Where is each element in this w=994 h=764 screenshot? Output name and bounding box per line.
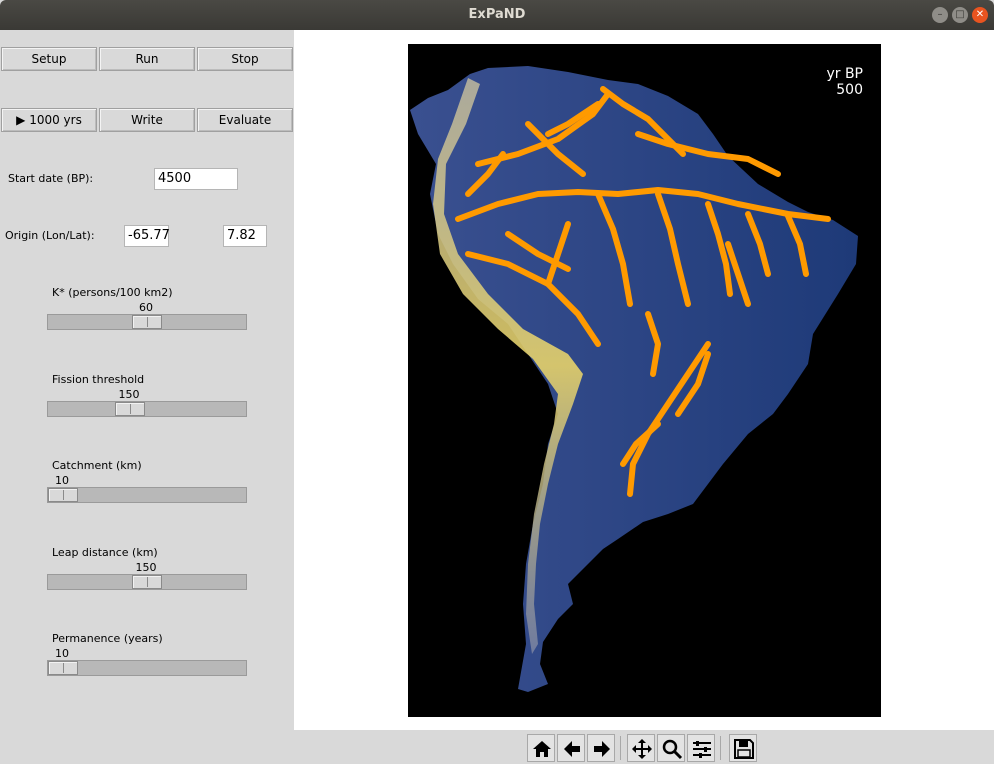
continent-shape: [410, 66, 858, 692]
slider-track[interactable]: [47, 487, 247, 503]
close-icon[interactable]: ✕: [972, 7, 988, 23]
stop-button[interactable]: Stop: [197, 47, 293, 71]
window-title: ExPaND: [468, 7, 526, 22]
slider-thumb[interactable]: [132, 575, 162, 589]
zoom-icon[interactable]: [657, 734, 685, 762]
app-window: ExPaND – □ ✕ Setup Run Stop ▶ 1000 yrs W…: [0, 0, 994, 764]
slider-track[interactable]: [47, 660, 247, 676]
slider-value: 10: [55, 474, 69, 487]
plot-toolbar: [294, 730, 994, 764]
origin-lon-input[interactable]: -65.77: [124, 225, 170, 247]
slider-label: Catchment (km): [52, 459, 142, 472]
slider-track[interactable]: [47, 574, 247, 590]
control-panel: Setup Run Stop ▶ 1000 yrs Write Evaluate…: [0, 30, 294, 764]
origin-lat-input[interactable]: 7.82: [223, 225, 267, 247]
toolbar-separator: [720, 736, 721, 760]
origin-label: Origin (Lon/Lat):: [5, 229, 95, 242]
start-date-input[interactable]: 4500: [154, 168, 238, 190]
south-america-map: [410, 66, 858, 692]
run-button[interactable]: Run: [99, 47, 195, 71]
slider-thumb[interactable]: [48, 661, 78, 675]
slider-value: 150: [118, 388, 140, 401]
slider-label: Fission threshold: [52, 373, 145, 386]
forward-arrow-icon[interactable]: [587, 734, 615, 762]
slider-thumb[interactable]: [132, 315, 162, 329]
back-arrow-icon[interactable]: [557, 734, 585, 762]
title-bar: ExPaND – □ ✕: [0, 0, 994, 30]
slider-track[interactable]: [47, 314, 247, 330]
map-canvas[interactable]: yr BP 500: [408, 44, 881, 717]
save-icon[interactable]: [729, 734, 757, 762]
slider-track[interactable]: [47, 401, 247, 417]
slider-value: 150: [135, 561, 157, 574]
maximize-icon[interactable]: □: [952, 7, 968, 23]
slider-value: 60: [139, 301, 153, 314]
home-icon[interactable]: [527, 734, 555, 762]
configure-subplots-icon[interactable]: [687, 734, 715, 762]
year-value: 500: [836, 82, 863, 98]
slider-label: Leap distance (km): [52, 546, 158, 559]
pan-icon[interactable]: [627, 734, 655, 762]
minimize-icon[interactable]: –: [932, 7, 948, 23]
year-label: yr BP: [826, 66, 863, 82]
slider-thumb[interactable]: [48, 488, 78, 502]
year-indicator: yr BP 500: [826, 66, 863, 98]
toolbar-separator: [620, 736, 621, 760]
start-date-label: Start date (BP):: [8, 172, 94, 185]
evaluate-button[interactable]: Evaluate: [197, 108, 293, 132]
slider-thumb[interactable]: [115, 402, 145, 416]
step-1000-years-button[interactable]: ▶ 1000 yrs: [1, 108, 97, 132]
slider-label: Permanence (years): [52, 632, 163, 645]
slider-value: 10: [55, 647, 69, 660]
setup-button[interactable]: Setup: [1, 47, 97, 71]
write-button[interactable]: Write: [99, 108, 195, 132]
slider-label: K* (persons/100 km2): [52, 286, 173, 299]
